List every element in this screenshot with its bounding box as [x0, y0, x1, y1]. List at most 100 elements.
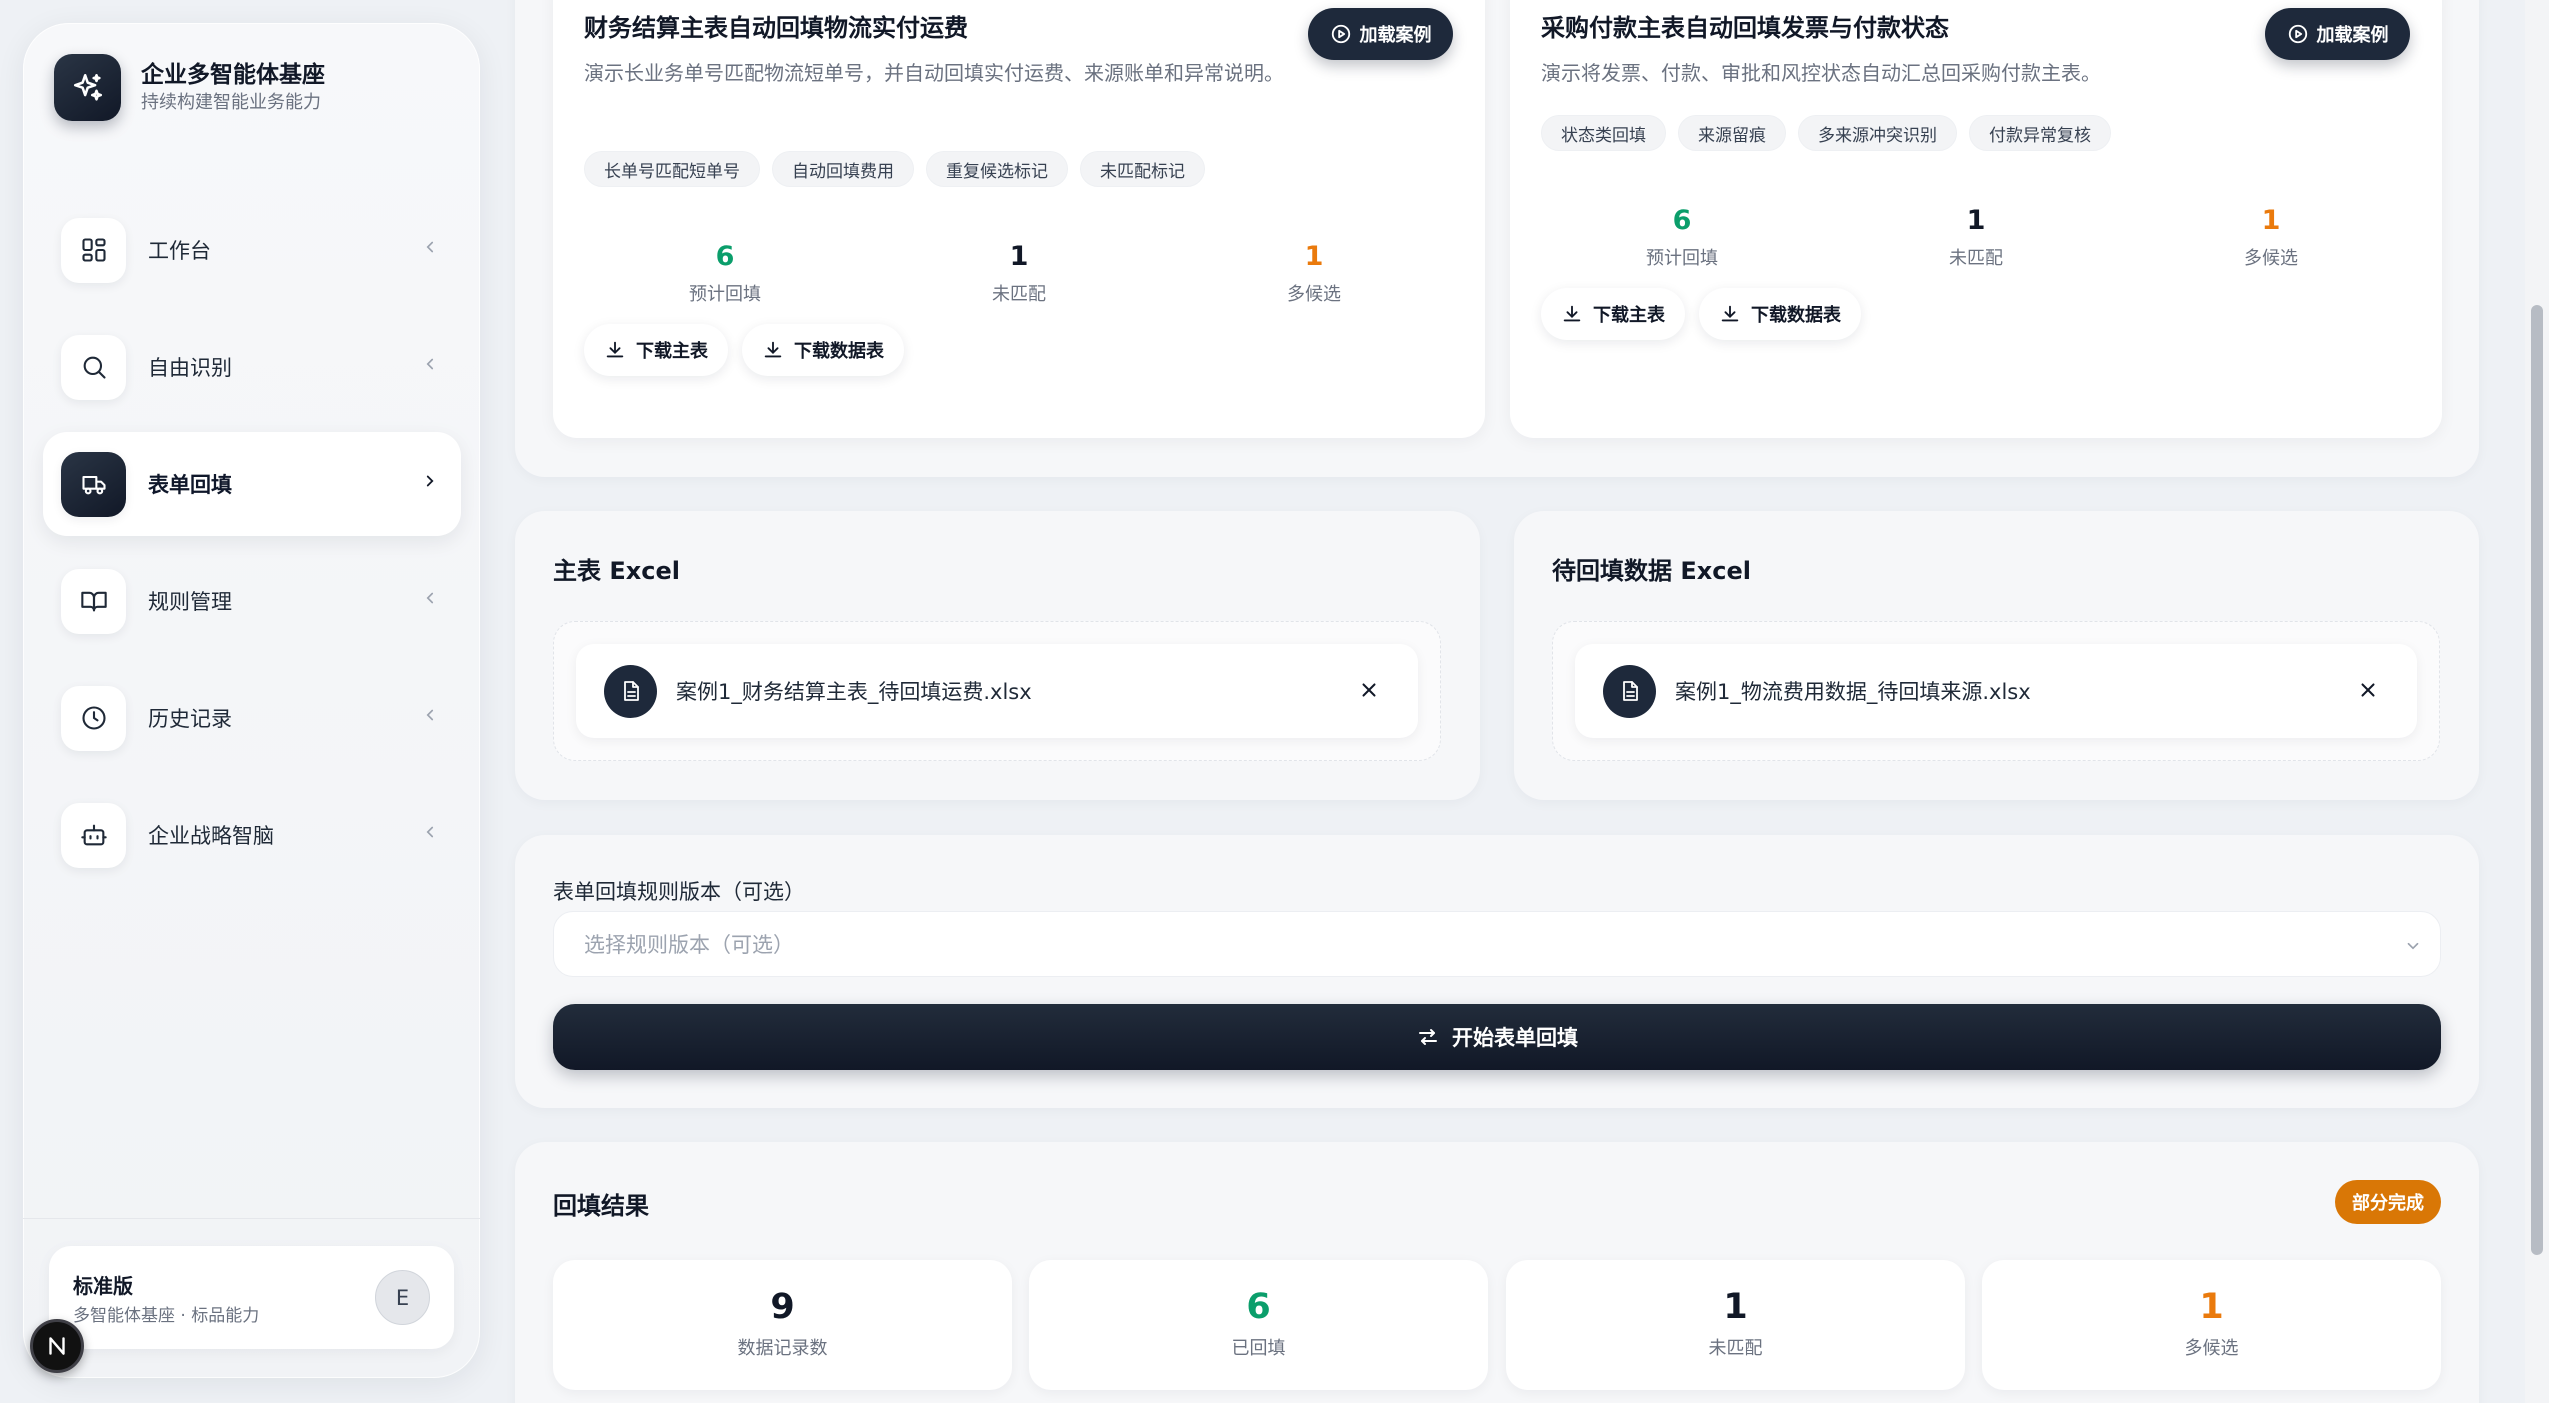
sidebar-item-form-backfill[interactable]: 表单回填 [43, 432, 461, 536]
sidebar-item-free-recognition[interactable]: 自由识别 [43, 315, 461, 419]
result-card-records: 9 数据记录数 [553, 1260, 1012, 1390]
play-circle-icon [1331, 24, 1350, 44]
stat-value: 1 [1009, 241, 1029, 272]
sidebar: 企业多智能体基座 持续构建智能业务能力 工作台 自由识别 表单回填 规则管理 历… [23, 23, 480, 1378]
result-value: 1 [2199, 1287, 2224, 1327]
plan-card[interactable]: 标准版 多智能体基座 · 标品能力 E [49, 1246, 454, 1349]
master-upload-title: 主表 Excel [553, 557, 680, 585]
clock-icon [61, 685, 126, 751]
stat-label: 多候选 [1287, 284, 1341, 305]
tag: 多来源冲突识别 [1798, 115, 1957, 151]
sidebar-item-history[interactable]: 历史记录 [43, 666, 461, 770]
bot-icon [61, 802, 126, 868]
tag: 自动回填费用 [772, 151, 914, 187]
stat-label: 多候选 [2244, 248, 2298, 269]
rule-version-select[interactable]: 选择规则版本（可选） [553, 911, 2441, 977]
sidebar-item-workbench[interactable]: 工作台 [43, 198, 461, 302]
status-badge: 部分完成 [2335, 1180, 2441, 1224]
download-icon [1721, 305, 1739, 322]
chevron-left-icon [421, 355, 439, 377]
case-tags: 长单号匹配短单号 自动回填费用 重复候选标记 未匹配标记 [584, 151, 1205, 187]
sidebar-item-rule-management[interactable]: 规则管理 [43, 549, 461, 653]
source-upload-panel: 待回填数据 Excel 案例1_物流费用数据_待回填来源.xlsx [1514, 511, 2479, 800]
download-buttons: 下载主表 下载数据表 [584, 324, 904, 376]
stat-value: 1 [1304, 241, 1324, 272]
stat-unmatched: 1 未匹配 [1831, 204, 2121, 270]
load-case-label: 加载案例 [2316, 25, 2389, 46]
case-description: 演示长业务单号匹配物流短单号，并自动回填实付运费、来源账单和异常说明。 [584, 61, 1284, 85]
file-icon [1603, 664, 1656, 718]
swap-icon [1419, 1029, 1437, 1045]
download-icon [606, 341, 624, 358]
download-master-button[interactable]: 下载主表 [1541, 288, 1685, 340]
case-title: 财务结算主表自动回填物流实付运费 [584, 14, 968, 42]
play-circle-icon [2288, 24, 2307, 44]
rule-version-label: 表单回填规则版本（可选） [553, 880, 805, 904]
result-card-filled: 6 已回填 [1029, 1260, 1488, 1390]
result-label: 已回填 [1231, 1338, 1286, 1359]
stat-label: 预计回填 [689, 284, 761, 305]
download-master-button[interactable]: 下载主表 [584, 324, 728, 376]
sidebar-nav: 工作台 自由识别 表单回填 规则管理 历史记录 企业战略智脑 [43, 198, 461, 900]
chevron-left-icon [421, 823, 439, 845]
case-card-procurement: 采购付款主表自动回填发票与付款状态 加载案例 演示将发票、付款、审批和风控状态自… [1510, 0, 2442, 438]
next-dev-indicator-button[interactable] [30, 1319, 84, 1373]
download-icon [764, 341, 782, 358]
stat-label: 未匹配 [992, 284, 1046, 305]
result-value: 9 [770, 1287, 795, 1327]
scrollbar-thumb[interactable] [2531, 305, 2543, 1255]
plan-subtitle: 多智能体基座 · 标品能力 [73, 1306, 260, 1326]
uploaded-file: 案例1_物流费用数据_待回填来源.xlsx [1575, 644, 2417, 738]
stat-multi-candidate: 1 多候选 [1169, 240, 1459, 306]
result-card-unmatched: 1 未匹配 [1506, 1260, 1965, 1390]
stat-label: 预计回填 [1646, 248, 1718, 269]
avatar[interactable]: E [375, 1270, 430, 1325]
result-label: 未匹配 [1708, 1338, 1763, 1359]
download-data-button[interactable]: 下载数据表 [742, 324, 904, 376]
app-root: 企业多智能体基座 持续构建智能业务能力 工作台 自由识别 表单回填 规则管理 历… [0, 0, 2549, 1403]
n-logo-icon [49, 1337, 65, 1355]
master-upload-panel: 主表 Excel 案例1_财务结算主表_待回填运费.xlsx [515, 511, 1480, 800]
chevron-left-icon [421, 589, 439, 611]
start-backfill-button[interactable]: 开始表单回填 [553, 1004, 2441, 1070]
book-icon [61, 568, 126, 634]
source-dropzone[interactable]: 案例1_物流费用数据_待回填来源.xlsx [1552, 621, 2440, 761]
download-data-label: 下载数据表 [1751, 305, 1841, 326]
uploaded-file: 案例1_财务结算主表_待回填运费.xlsx [576, 644, 1418, 738]
sidebar-item-label: 企业战略智脑 [148, 824, 274, 848]
stat-label: 未匹配 [1949, 248, 2003, 269]
download-data-button[interactable]: 下载数据表 [1699, 288, 1861, 340]
load-case-label: 加载案例 [1359, 25, 1432, 46]
chevron-right-icon [421, 472, 439, 494]
file-name: 案例1_财务结算主表_待回填运费.xlsx [676, 680, 1032, 704]
load-case-button[interactable]: 加载案例 [1308, 8, 1453, 60]
load-case-button[interactable]: 加载案例 [2265, 8, 2410, 60]
chevron-left-icon [421, 706, 439, 728]
download-data-label: 下载数据表 [794, 341, 884, 362]
master-dropzone[interactable]: 案例1_财务结算主表_待回填运费.xlsx [553, 621, 1441, 761]
stat-value: 1 [1966, 205, 1986, 236]
rule-version-placeholder: 选择规则版本（可选） [584, 933, 794, 957]
sidebar-item-strategy-brain[interactable]: 企业战略智脑 [43, 783, 461, 887]
tag: 未匹配标记 [1080, 151, 1205, 187]
chevron-down-icon [2404, 936, 2422, 960]
result-label: 数据记录数 [737, 1338, 828, 1359]
tag: 状态类回填 [1541, 115, 1666, 151]
stat-value: 6 [715, 241, 735, 272]
case-title: 采购付款主表自动回填发票与付款状态 [1541, 14, 1949, 42]
tag: 来源留痕 [1678, 115, 1786, 151]
result-label: 多候选 [2184, 1338, 2239, 1359]
file-icon [604, 664, 657, 718]
tag: 长单号匹配短单号 [584, 151, 760, 187]
result-value: 1 [1723, 1287, 1748, 1327]
dashboard-icon [61, 217, 126, 283]
close-icon[interactable] [1358, 679, 1380, 705]
close-icon[interactable] [2357, 679, 2379, 705]
scrollbar-track[interactable] [2525, 0, 2549, 1403]
download-icon [1563, 305, 1581, 322]
plan-title: 标准版 [73, 1274, 133, 1298]
brand-title: 企业多智能体基座 [141, 61, 325, 88]
stat-expected: 6 预计回填 [1537, 204, 1827, 270]
source-upload-title: 待回填数据 Excel [1552, 557, 1751, 585]
case-description: 演示将发票、付款、审批和风控状态自动汇总回采购付款主表。 [1541, 61, 2101, 85]
